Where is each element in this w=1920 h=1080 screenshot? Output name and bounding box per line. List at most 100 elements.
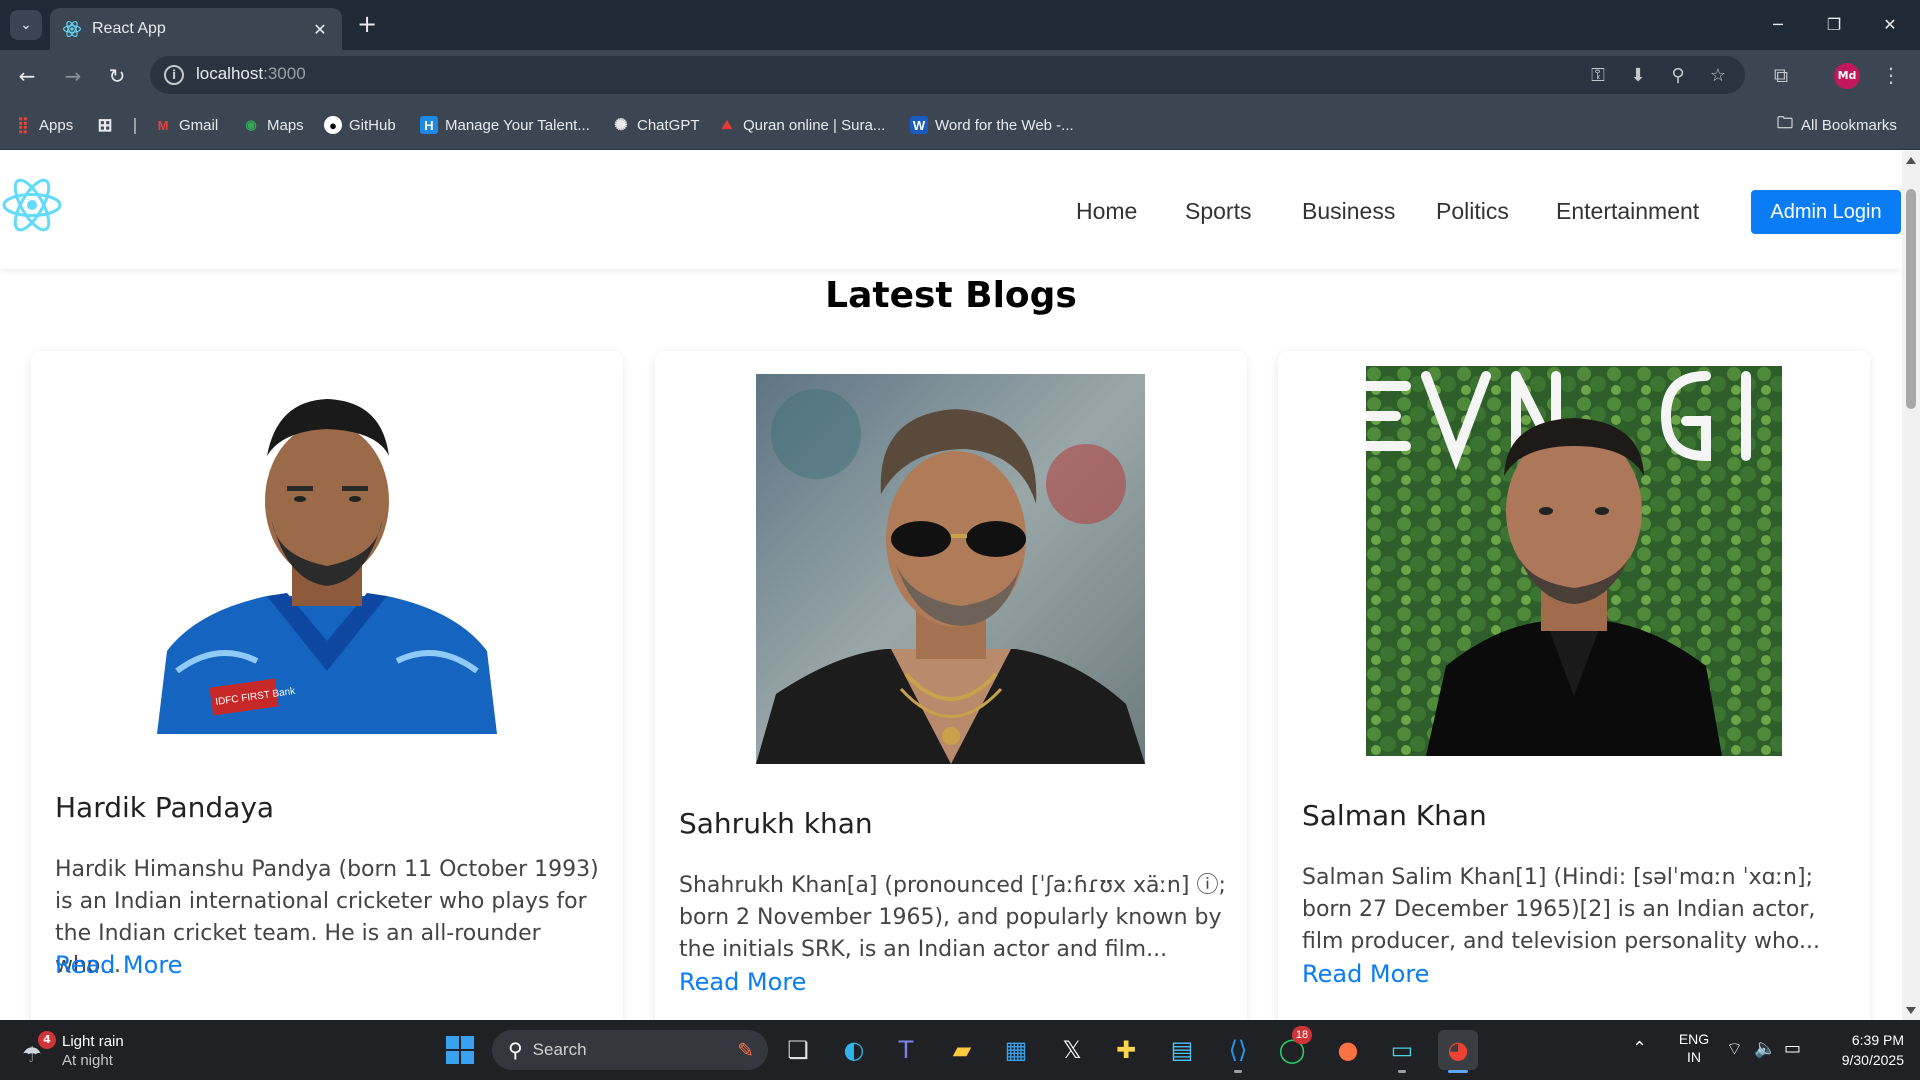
restore-button[interactable]: ❐ <box>1814 10 1854 40</box>
github-icon: ● <box>324 116 342 134</box>
bookmark-quran[interactable]: ⛰ Quran online | Sura... <box>718 114 886 136</box>
scroll-down-arrow-icon[interactable] <box>1906 1007 1916 1014</box>
forward-button[interactable]: → <box>58 61 88 91</box>
all-bookmarks[interactable]: 🗀 All Bookmarks <box>1776 114 1897 136</box>
maps-pin-icon: ◉ <box>245 117 257 132</box>
weather-title: Light rain <box>62 1033 124 1050</box>
x-icon[interactable]: 𝕏 <box>1052 1030 1092 1070</box>
bookmark-star-icon[interactable]: ☆ <box>1706 64 1730 88</box>
scroll-up-arrow-icon[interactable] <box>1906 157 1916 164</box>
file-explorer-icon[interactable]: ▰ <box>942 1030 982 1070</box>
folder-icon: 🗀 <box>1776 114 1793 132</box>
read-more-link[interactable]: Read More <box>679 968 806 996</box>
react-logo-icon[interactable] <box>0 176 64 234</box>
language-indicator[interactable]: ENG IN <box>1672 1030 1716 1066</box>
site-info-icon[interactable]: i <box>164 65 184 85</box>
notepad-icon[interactable]: ▤ <box>1162 1030 1202 1070</box>
terminal-running-indicator <box>1398 1070 1406 1073</box>
address-bar[interactable]: i localhost:3000 ⚿ ⬇ ⚲ ☆ <box>150 56 1745 94</box>
microsoft-store-icon[interactable]: ▦ <box>996 1030 1036 1070</box>
nav-entertainment[interactable]: Entertainment <box>1556 198 1699 225</box>
bookmark-maps[interactable]: ◉ Maps <box>242 114 303 136</box>
scroll-thumb[interactable] <box>1906 189 1916 409</box>
chatgpt-icon: ✺ <box>614 117 628 134</box>
app-plus-icon[interactable]: ✚ <box>1106 1030 1146 1070</box>
nav-business[interactable]: Business <box>1302 198 1395 225</box>
blog-card-excerpt: Shahrukh Khan[a] (pronounced [ˈʃaːɦɾʊx x… <box>679 873 1226 962</box>
word-icon: W <box>910 116 928 134</box>
page-content: Home Sports Business Politics Entertainm… <box>0 151 1902 1020</box>
bookmark-word[interactable]: W Word for the Web -... <box>910 114 1074 136</box>
install-app-icon[interactable]: ⬇ <box>1626 64 1650 88</box>
site-navbar: Home Sports Business Politics Entertainm… <box>0 151 1902 269</box>
page-scrollbar[interactable] <box>1902 151 1920 1020</box>
back-button[interactable]: ← <box>12 61 42 91</box>
bookmark-manage-talent[interactable]: H Manage Your Talent... <box>420 114 590 136</box>
close-window-button[interactable]: ✕ <box>1870 10 1910 40</box>
reload-button[interactable]: ↻ <box>102 61 132 91</box>
taskbar-search[interactable]: ⚲ Search ✎ <box>492 1030 768 1070</box>
blog-card-shahrukh: Sahrukh khan Shahrukh Khan[a] (pronounce… <box>655 351 1247 1020</box>
chrome-active-indicator <box>1448 1070 1468 1073</box>
bookmark-separator <box>134 118 136 134</box>
h-logo-icon: H <box>420 116 438 134</box>
blog-card-salman: Salman Khan Salman Salim Khan[1] (Hindi:… <box>1278 351 1870 1020</box>
admin-login-button[interactable]: Admin Login <box>1751 190 1901 234</box>
teams-icon[interactable]: T <box>886 1030 926 1070</box>
blog-image-hardik: IDFC FIRST Bank <box>137 371 517 734</box>
bookmark-github[interactable]: ● GitHub <box>324 114 396 136</box>
edge-icon[interactable]: ◐ <box>834 1030 874 1070</box>
bookmark-gmail[interactable]: M Gmail <box>154 114 219 136</box>
read-more-link[interactable]: Read More <box>55 951 182 979</box>
apps-grid-icon: ⣿ <box>17 117 29 134</box>
bookmark-grid[interactable]: ⊞ <box>96 114 121 136</box>
bookmark-apps[interactable]: ⣿ Apps <box>14 114 73 136</box>
blog-card-excerpt: Salman Salim Khan[1] (Hindi: [səlˈmɑːn ˈ… <box>1302 865 1820 954</box>
new-tab-button[interactable]: + <box>354 12 380 38</box>
read-more-link[interactable]: Read More <box>1302 960 1429 988</box>
nav-home[interactable]: Home <box>1076 198 1137 225</box>
profile-avatar[interactable]: Md <box>1834 63 1860 89</box>
blog-card-title: Sahrukh khan <box>679 807 873 840</box>
chevron-up-icon[interactable]: ⌃ <box>1632 1038 1647 1059</box>
windows-taskbar: ☂ 4 Light rain At night ⚲ Search ✎ ❏ ◐ T… <box>0 1020 1920 1080</box>
key-icon[interactable]: ⚿ <box>1586 64 1610 88</box>
blog-card-hardik: IDFC FIRST Bank Hardik Pandaya Hardik Hi… <box>31 351 623 1020</box>
page-title: Latest Blogs <box>825 275 1077 316</box>
windows-logo-icon <box>446 1036 474 1064</box>
search-icon: ⚲ <box>508 1039 523 1062</box>
task-view-icon[interactable]: ❏ <box>778 1030 818 1070</box>
chrome-icon[interactable]: ◕ <box>1438 1030 1478 1070</box>
vscode-icon[interactable]: ⟨⟩ <box>1218 1030 1258 1070</box>
gmail-icon: M <box>157 117 169 133</box>
bookmark-chatgpt[interactable]: ✺ ChatGPT <box>612 114 699 136</box>
minimize-button[interactable]: ─ <box>1758 10 1798 40</box>
clock[interactable]: 6:39 PM 9/30/2025 <box>1824 1030 1904 1070</box>
nav-politics[interactable]: Politics <box>1436 198 1509 225</box>
more-menu-icon[interactable]: ⋮ <box>1876 60 1906 90</box>
blog-card-title: Salman Khan <box>1302 799 1487 832</box>
weather-subtitle: At night <box>62 1052 113 1069</box>
zoom-icon[interactable]: ⚲ <box>1666 64 1690 88</box>
blog-image-salman <box>1366 366 1782 756</box>
bookmarks-bar: ⣿ Apps ⊞ M Gmail ◉ Maps ● GitHub H Manag… <box>0 100 1920 150</box>
react-favicon-icon <box>63 21 81 37</box>
tab-search-button[interactable]: ⌄ <box>10 10 42 40</box>
extensions-icon[interactable]: ⧉ <box>1766 60 1796 90</box>
close-icon[interactable]: ✕ <box>310 20 330 39</box>
browser-toolbar: ← → ↻ i localhost:3000 ⚿ ⬇ ⚲ ☆ ⧉ Md ⋮ <box>0 50 1920 100</box>
battery-icon[interactable]: ▭ <box>1784 1038 1801 1059</box>
tab-react-app[interactable]: React App ✕ <box>50 8 342 50</box>
weather-widget[interactable]: ☂ 4 Light rain At night <box>22 1031 124 1070</box>
search-label: Search <box>532 1040 587 1059</box>
browser-tab-bar: ⌄ React App ✕ + ─ ❐ ✕ <box>0 0 1920 50</box>
windows-start-button[interactable] <box>440 1030 480 1070</box>
weather-badge: 4 <box>38 1031 56 1049</box>
blog-card-title: Hardik Pandaya <box>55 791 275 824</box>
volume-icon[interactable]: 🔈 <box>1754 1038 1776 1059</box>
terminal-icon[interactable]: ▭ <box>1382 1030 1422 1070</box>
postman-icon[interactable]: ● <box>1328 1030 1368 1070</box>
nav-sports[interactable]: Sports <box>1185 198 1251 225</box>
whatsapp-badge: 18 <box>1292 1026 1312 1044</box>
wifi-icon[interactable]: ⌔ <box>1726 1038 1743 1061</box>
